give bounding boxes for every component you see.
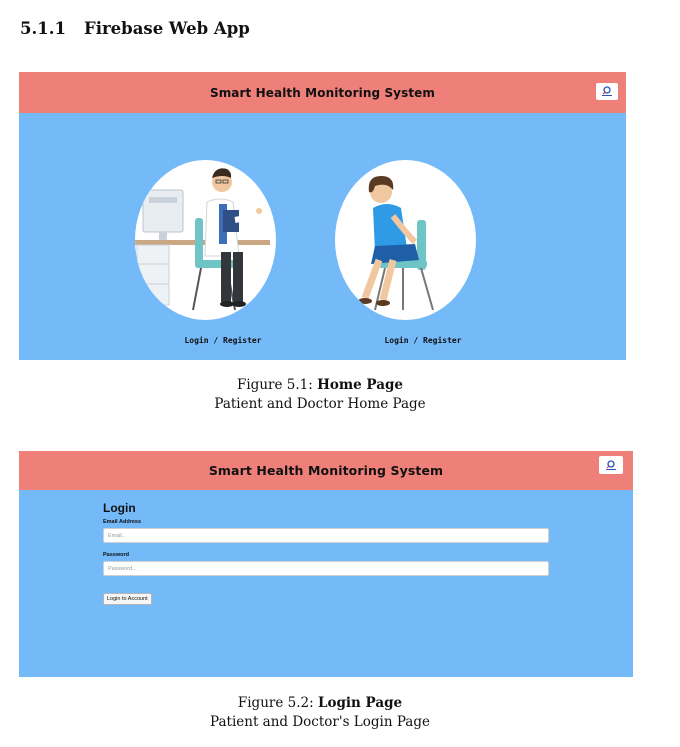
figure-label: Figure 5.1:: [237, 377, 313, 393]
email-label: Email Address: [103, 519, 142, 525]
figure-title: Login Page: [317, 695, 403, 711]
login-button[interactable]: Login to Account: [103, 593, 152, 605]
figure-caption: Figure 5.2: Login Page Patient and Docto…: [0, 694, 640, 732]
password-field[interactable]: [103, 561, 549, 576]
app-header: Smart Health Monitoring System: [19, 451, 633, 490]
login-page-screenshot: Smart Health Monitoring System Login Ema…: [19, 451, 633, 677]
logo-icon[interactable]: [596, 83, 618, 100]
figure-label: Figure 5.2:: [237, 695, 314, 711]
figure-title: Home Page: [317, 377, 403, 393]
home-page-screenshot: Smart Health Monitoring System Login / R…: [19, 72, 626, 360]
patient-login-register-link[interactable]: Login / Register: [343, 336, 503, 345]
section-title: Firebase Web App: [84, 19, 250, 38]
figure-caption: Figure 5.1: Home Page Patient and Doctor…: [0, 376, 640, 414]
login-heading: Login: [103, 501, 136, 515]
app-title: Smart Health Monitoring System: [209, 85, 436, 100]
patient-illustration: [358, 176, 434, 311]
password-label: Password: [103, 552, 129, 558]
doctor-illustration: [135, 168, 270, 311]
app-title: Smart Health Monitoring System: [208, 463, 444, 478]
logo-icon[interactable]: [599, 456, 623, 474]
doctor-avatar[interactable]: [135, 160, 276, 320]
patient-avatar[interactable]: [335, 160, 476, 320]
doctor-login-register-link[interactable]: Login / Register: [143, 336, 303, 345]
login-form: Login Email Address Password Login to Ac…: [103, 501, 549, 605]
email-field[interactable]: [103, 528, 549, 543]
section-heading: 5.1.1 Firebase Web App: [20, 19, 250, 38]
figure-subtitle: Patient and Doctor's Login Page: [210, 714, 430, 730]
figure-subtitle: Patient and Doctor Home Page: [214, 396, 426, 412]
section-number: 5.1.1: [20, 19, 66, 38]
app-header: Smart Health Monitoring System: [19, 72, 626, 113]
